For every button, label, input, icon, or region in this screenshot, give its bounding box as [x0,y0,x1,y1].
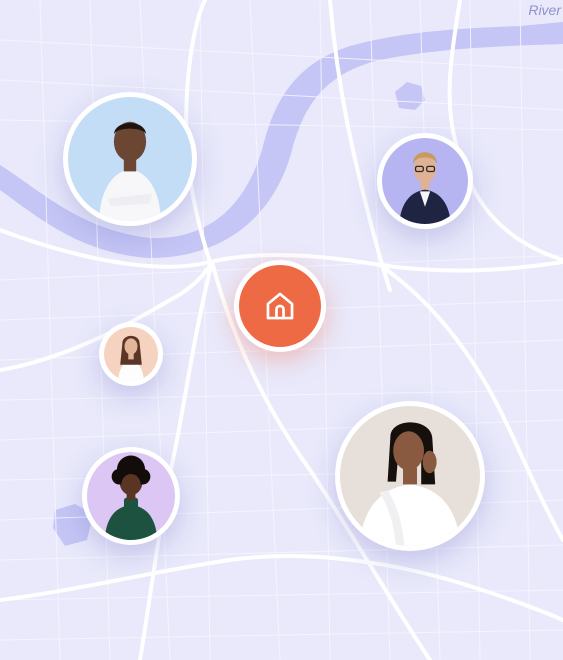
woman-white-robe-photo [340,406,480,546]
person-avatar [68,97,192,221]
person-pin[interactable] [335,401,485,551]
home-icon [266,292,294,320]
person-pin[interactable] [99,322,163,386]
city-map[interactable]: River [0,0,563,660]
river-label: River [528,2,561,18]
woman-white-top-photo [104,327,158,381]
man-white-shirt-photo [68,97,192,221]
person-avatar [87,452,175,540]
woman-green-sweater-photo [87,452,175,540]
home-marker[interactable] [234,260,326,352]
person-avatar [340,406,480,546]
person-avatar [382,138,468,224]
person-pin[interactable] [63,92,197,226]
person-avatar [104,327,158,381]
home-marker-badge [239,265,321,347]
man-navy-blazer-photo [382,138,468,224]
person-pin[interactable] [82,447,180,545]
person-pin[interactable] [377,133,473,229]
